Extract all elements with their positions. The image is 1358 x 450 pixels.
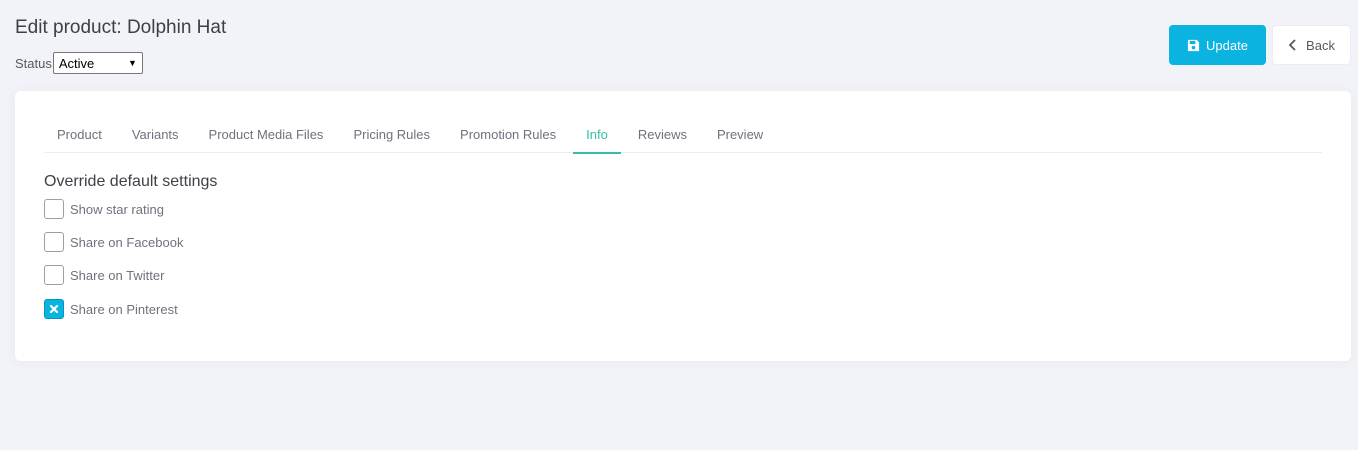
- back-button-label: Back: [1306, 37, 1335, 53]
- share-pinterest-checkbox[interactable]: [44, 299, 64, 319]
- tab-reviews[interactable]: Reviews: [625, 118, 700, 153]
- status-label: Status: [15, 55, 52, 71]
- save-icon: [1187, 39, 1200, 52]
- option-share-twitter: Share on Twitter: [44, 265, 164, 285]
- tab-preview[interactable]: Preview: [704, 118, 776, 153]
- tab-promotion-rules[interactable]: Promotion Rules: [447, 118, 569, 153]
- option-share-facebook: Share on Facebook: [44, 232, 183, 252]
- back-button[interactable]: Back: [1272, 25, 1351, 65]
- option-label: Show star rating: [70, 201, 164, 217]
- tab-pricing-rules[interactable]: Pricing Rules: [340, 118, 443, 153]
- share-twitter-checkbox[interactable]: [44, 265, 64, 285]
- tab-info[interactable]: Info: [573, 118, 621, 154]
- chevron-down-icon: ▼: [127, 58, 137, 68]
- share-facebook-checkbox[interactable]: [44, 232, 64, 252]
- option-label: Share on Pinterest: [70, 301, 178, 317]
- show-star-rating-checkbox[interactable]: [44, 199, 64, 219]
- update-button[interactable]: Update: [1169, 25, 1266, 65]
- option-label: Share on Facebook: [70, 234, 184, 250]
- tab-product[interactable]: Product: [44, 118, 115, 153]
- status-select-value: Active: [58, 55, 95, 71]
- option-share-pinterest: Share on Pinterest: [44, 299, 178, 319]
- check-x-icon: [49, 304, 59, 314]
- status-row: Status Active ▼: [15, 52, 143, 74]
- section-title: Override default settings: [44, 173, 218, 190]
- option-label: Share on Twitter: [70, 267, 165, 283]
- product-card: Product Variants Product Media Files Pri…: [15, 91, 1351, 361]
- page-title: Edit product: Dolphin Hat: [15, 17, 227, 38]
- tab-variants[interactable]: Variants: [119, 118, 192, 153]
- update-button-label: Update: [1206, 37, 1248, 53]
- status-select[interactable]: Active ▼: [52, 52, 143, 74]
- chevron-left-icon: [1288, 39, 1298, 51]
- tab-product-media-files[interactable]: Product Media Files: [196, 118, 337, 153]
- option-show-star-rating: Show star rating: [44, 199, 164, 219]
- tab-bar: Product Variants Product Media Files Pri…: [44, 118, 1322, 154]
